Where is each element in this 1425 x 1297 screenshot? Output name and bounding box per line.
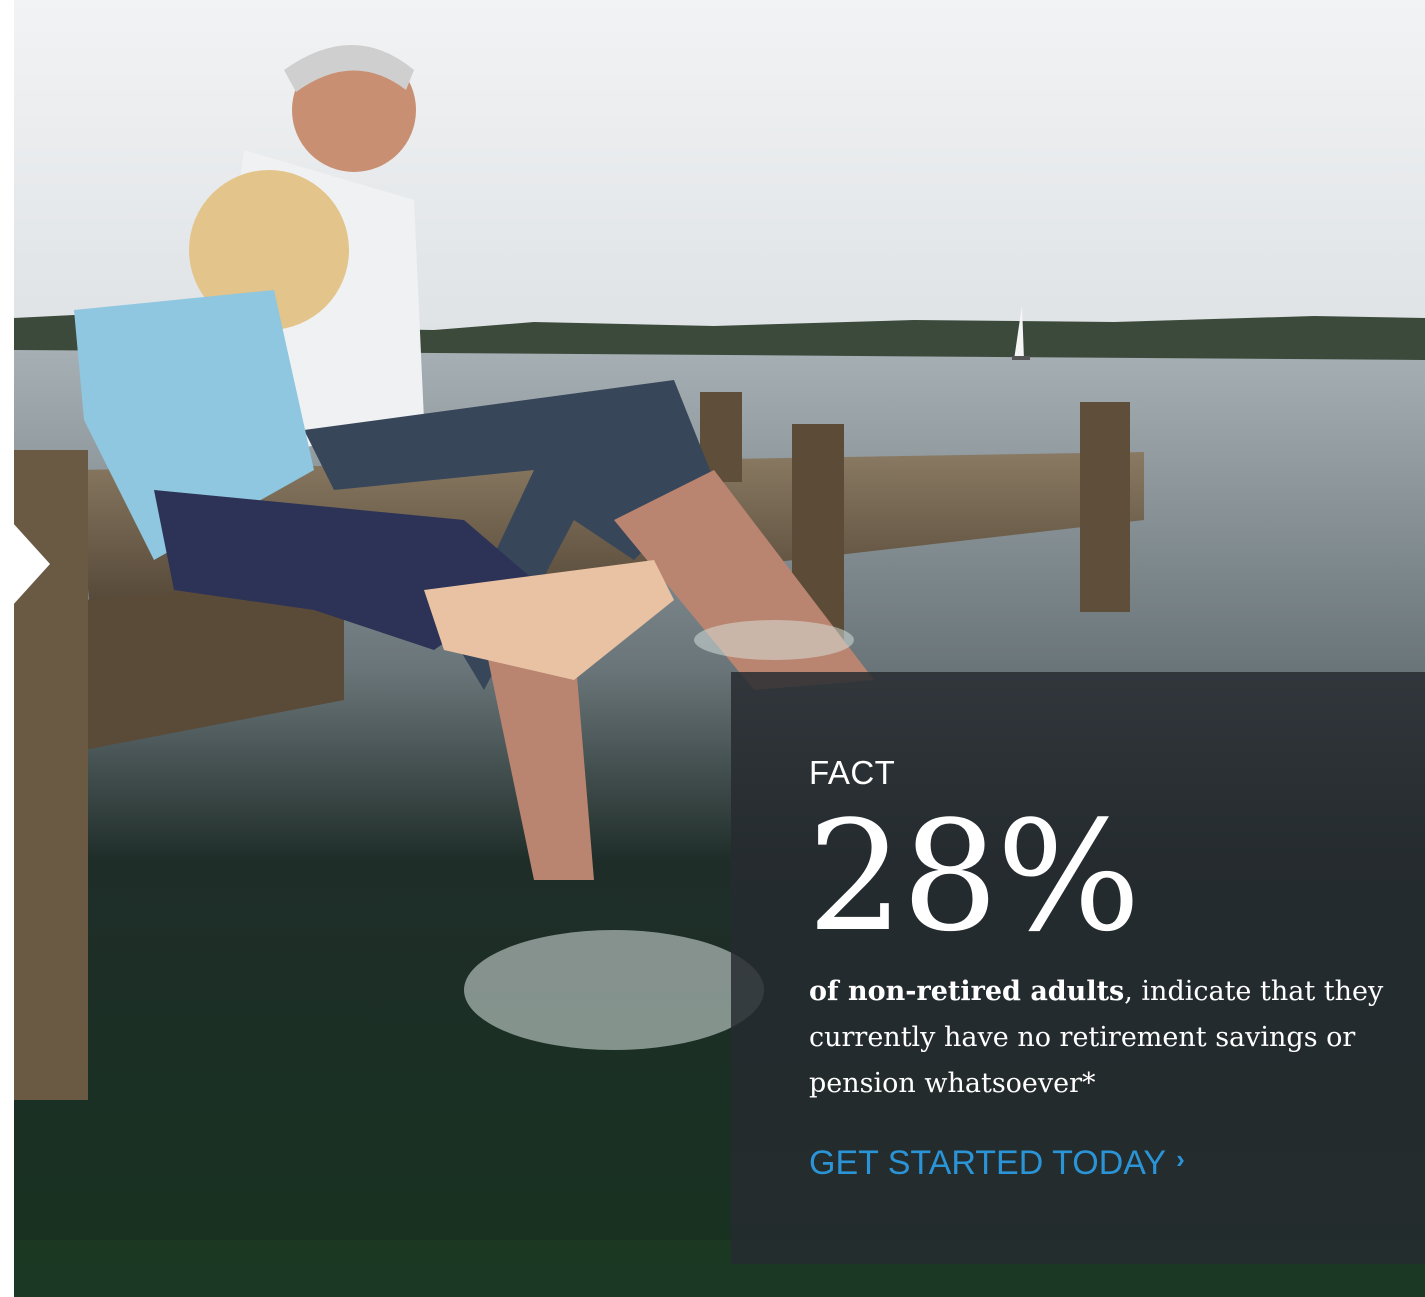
fact-description: of non-retired adults, indicate that the… <box>809 969 1409 1107</box>
fact-percentage: 28% <box>807 788 1141 965</box>
get-started-label: GET STARTED TODAY <box>809 1144 1167 1182</box>
carousel-marker-icon <box>12 522 50 606</box>
chevron-right-icon: › <box>1176 1144 1185 1174</box>
get-started-link[interactable]: GET STARTED TODAY › <box>809 1144 1185 1183</box>
fact-panel: FACT 28% of non-retired adults, indicate… <box>731 672 1425 1264</box>
fact-label: FACT <box>809 754 896 791</box>
fact-description-lead: of non-retired adults <box>809 976 1125 1007</box>
left-edge-strip <box>0 0 14 1297</box>
hero-banner: FACT 28% of non-retired adults, indicate… <box>0 0 1425 1297</box>
